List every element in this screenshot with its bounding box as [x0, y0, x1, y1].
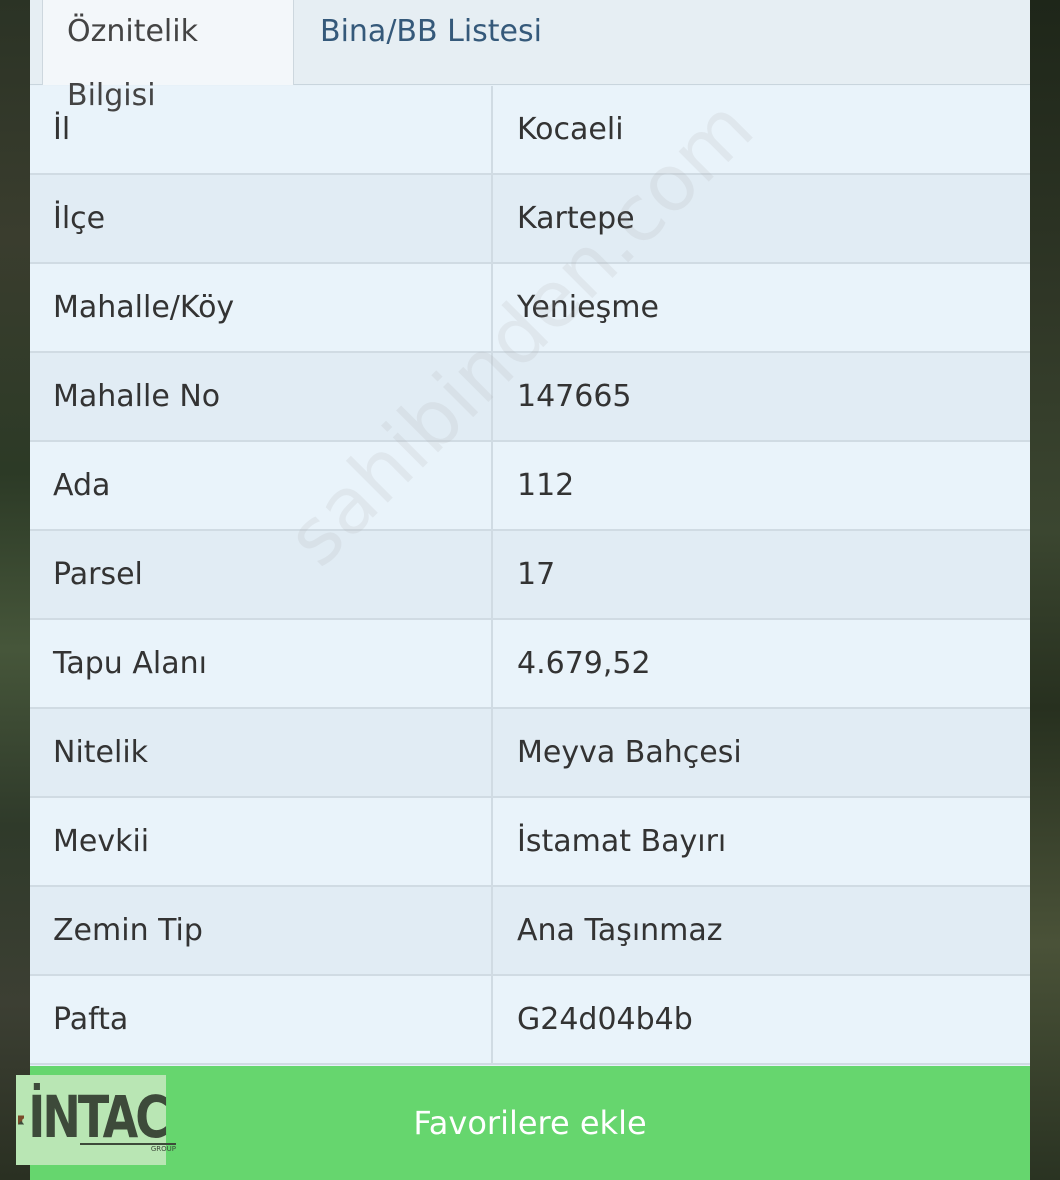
row-key: Zemin Tip — [30, 887, 493, 974]
table-row: Mahalle No 147665 — [30, 353, 1030, 442]
map-background-right — [1030, 0, 1060, 1180]
table-row: Mahalle/Köy Yenieşme — [30, 264, 1030, 353]
row-key: Mevkii — [30, 798, 493, 885]
row-value: Kartepe — [517, 201, 635, 236]
table-row: Ada 112 — [30, 442, 1030, 531]
row-key: Tapu Alanı — [30, 620, 493, 707]
table-row: Nitelik Meyva Bahçesi — [30, 709, 1030, 798]
attribute-panel: Öznitelik Bilgisi Bina/BB Listesi İl Koc… — [30, 0, 1030, 1180]
row-key: Ada — [30, 442, 493, 529]
row-key: Pafta — [30, 976, 493, 1063]
tab-attribute-info[interactable]: Öznitelik Bilgisi — [42, 0, 294, 113]
row-key: Parsel — [30, 531, 493, 618]
row-value: G24d04b4b — [517, 1002, 693, 1037]
table-row: Pafta G24d04b4b — [30, 976, 1030, 1065]
row-value: İstamat Bayırı — [517, 824, 727, 859]
logo-text: İNTAC — [28, 1083, 169, 1151]
table-row: Zemin Tip Ana Taşınmaz — [30, 887, 1030, 976]
row-value: Meyva Bahçesi — [517, 735, 742, 770]
tab-bar: Öznitelik Bilgisi Bina/BB Listesi — [30, 0, 1030, 113]
intac-logo: İNTAC GROUP — [16, 1075, 176, 1165]
row-key: Mahalle/Köy — [30, 264, 493, 351]
row-value: 17 — [517, 557, 556, 592]
logo-house-icon — [18, 1115, 25, 1125]
attribute-table: İl Kocaeli İlçe Kartepe Mahalle/Köy Yeni… — [30, 86, 1030, 1065]
row-key: İlçe — [30, 175, 493, 262]
table-row: Parsel 17 — [30, 531, 1030, 620]
row-value: 147665 — [517, 379, 632, 414]
logo-subtext: GROUP — [80, 1143, 176, 1155]
row-key: Nitelik — [30, 709, 493, 796]
table-row: Tapu Alanı 4.679,52 — [30, 620, 1030, 709]
table-row: Mevkii İstamat Bayırı — [30, 798, 1030, 887]
tab-building-list[interactable]: Bina/BB Listesi — [296, 0, 696, 84]
row-value: Kocaeli — [517, 112, 624, 147]
table-row: İl Kocaeli — [30, 86, 1030, 175]
row-value: 112 — [517, 468, 575, 503]
map-background-left — [0, 0, 30, 1180]
row-value: Yenieşme — [517, 290, 659, 325]
row-value: Ana Taşınmaz — [517, 913, 723, 948]
row-key: Mahalle No — [30, 353, 493, 440]
table-row: İlçe Kartepe — [30, 175, 1030, 264]
row-value: 4.679,52 — [517, 646, 651, 681]
add-to-favorites-button[interactable]: Favorilere ekle — [30, 1066, 1030, 1180]
